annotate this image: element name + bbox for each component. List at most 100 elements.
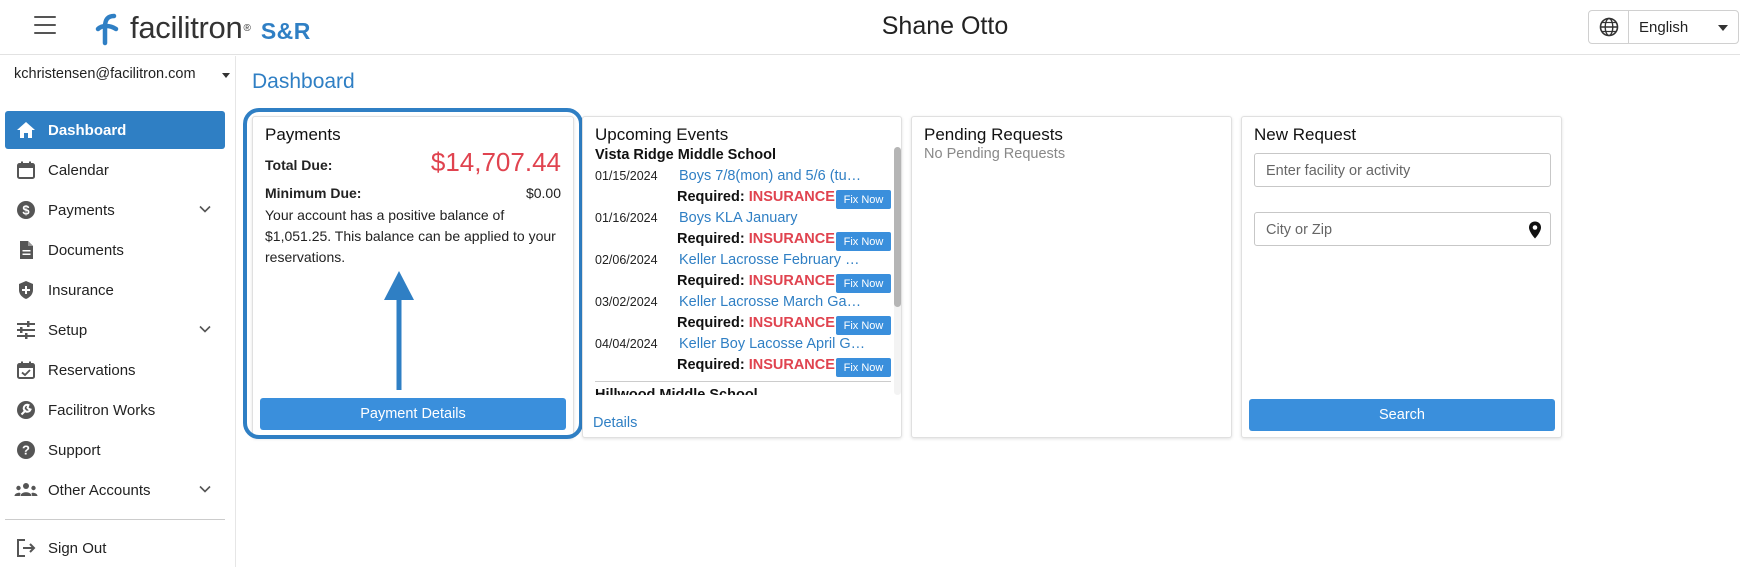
upcoming-events-card: Upcoming Events Vista Ridge Middle Schoo…	[582, 116, 902, 438]
event-date: 04/04/2024	[595, 337, 658, 351]
required-label: Required	[677, 231, 740, 247]
fix-now-button[interactable]: Fix Now	[836, 190, 891, 209]
calendar-check-icon	[14, 358, 38, 382]
event-date: 02/06/2024	[595, 253, 658, 267]
sidebar-item-label: Insurance	[48, 281, 114, 299]
document-icon	[14, 238, 38, 262]
sidebar-item-setup[interactable]: Setup	[5, 311, 225, 349]
required-label: Required	[677, 189, 740, 205]
required-label: Required	[677, 315, 740, 331]
facilitron-logo[interactable]: facilitron ® S&R	[92, 8, 311, 48]
new-request-card: New Request Enter facility or activity C…	[1241, 116, 1562, 438]
city-zip-input[interactable]: City or Zip	[1254, 212, 1551, 246]
facilitron-logo-mark	[95, 13, 119, 46]
shield-icon	[14, 278, 38, 302]
event-requirement: Required: INSURANCE	[677, 273, 835, 289]
balance-note: Your account has a positive balance of $…	[265, 207, 556, 265]
payments-card-title: Payments	[265, 125, 341, 144]
insurance-required: INSURANCE	[748, 315, 835, 331]
pending-requests-card: Pending Requests No Pending Requests	[911, 116, 1232, 438]
map-pin-icon[interactable]	[1528, 221, 1542, 239]
event-requirement: Required: INSURANCE	[677, 189, 835, 205]
sidebar-item-calendar[interactable]: Calendar	[5, 151, 225, 189]
new-request-title: New Request	[1254, 125, 1357, 144]
language-label: English	[1639, 19, 1689, 36]
sidebar-item-sign-out[interactable]: Sign Out	[5, 529, 225, 567]
insurance-required: INSURANCE	[748, 231, 835, 247]
dollar-icon: $	[14, 198, 38, 222]
insurance-required: INSURANCE	[748, 357, 835, 373]
chevron-down-icon[interactable]	[199, 323, 211, 335]
sign-out-icon	[14, 536, 38, 560]
required-label: Required	[677, 357, 740, 373]
total-due-label: Total Due:	[265, 157, 333, 173]
insurance-required: INSURANCE	[748, 273, 835, 289]
event-date: 01/16/2024	[595, 211, 658, 225]
chevron-down-icon[interactable]	[199, 483, 211, 495]
sidebar-item-payments[interactable]: $ Payments	[5, 191, 225, 229]
fix-now-button[interactable]: Fix Now	[836, 232, 891, 251]
event-link[interactable]: Keller Boy Lacosse April G…	[679, 336, 869, 352]
sidebar-item-label: Facilitron Works	[48, 401, 156, 419]
school-divider	[595, 381, 891, 382]
help-icon: ?	[14, 438, 38, 462]
globe-icon[interactable]	[1589, 11, 1629, 43]
sidebar-item-insurance[interactable]: Insurance	[5, 271, 225, 309]
sidebar-item-support[interactable]: ? Support	[5, 431, 225, 469]
events-list[interactable]: Vista Ridge Middle School 01/15/2024 Boy…	[583, 147, 903, 395]
facility-search-input[interactable]: Enter facility or activity	[1254, 153, 1551, 187]
event-date: 03/02/2024	[595, 295, 658, 309]
account-switcher[interactable]: kchristensen@facilitron.com	[14, 66, 196, 82]
search-button[interactable]: Search	[1249, 399, 1555, 431]
sidebar-item-label: Other Accounts	[48, 481, 151, 499]
svg-text:?: ?	[22, 443, 30, 458]
payment-details-button[interactable]: Payment Details	[260, 398, 566, 430]
total-due-amount: $14,707.44	[430, 147, 561, 177]
event-link[interactable]: Boys 7/8(mon) and 5/6 (tu…	[679, 168, 869, 184]
required-label: Required	[677, 273, 740, 289]
fix-now-button[interactable]: Fix Now	[836, 358, 891, 377]
chevron-down-icon[interactable]	[199, 203, 211, 215]
event-requirement: Required: INSURANCE	[677, 357, 835, 373]
sidebar: kchristensen@facilitron.com Dashboard Ca…	[0, 56, 236, 567]
event-date: 01/15/2024	[595, 169, 658, 183]
sidebar-item-dashboard[interactable]: Dashboard	[5, 111, 225, 149]
caret-down-icon[interactable]	[222, 73, 230, 78]
language-selector[interactable]: English	[1588, 10, 1739, 44]
sidebar-item-reservations[interactable]: Reservations	[5, 351, 225, 389]
payments-card: Payments Total Due: $14,707.44 Minimum D…	[252, 116, 574, 438]
sidebar-item-label: Sign Out	[48, 539, 107, 557]
wrench-icon	[14, 398, 38, 422]
event-link[interactable]: Boys KLA January	[679, 210, 869, 226]
sidebar-item-label: Support	[48, 441, 101, 459]
event-link[interactable]: Keller Lacrosse February …	[679, 252, 869, 268]
fix-now-button[interactable]: Fix Now	[836, 316, 891, 335]
city-zip-placeholder: City or Zip	[1266, 222, 1333, 238]
calendar-icon	[14, 158, 38, 182]
svg-text:$: $	[22, 203, 30, 218]
sliders-icon	[14, 318, 38, 342]
product-name: S&R	[260, 17, 311, 44]
sidebar-divider	[5, 519, 225, 520]
sidebar-item-documents[interactable]: Documents	[5, 231, 225, 269]
people-icon	[14, 478, 38, 502]
event-link[interactable]: Keller Lacrosse March Ga…	[679, 294, 869, 310]
school-name: Vista Ridge Middle School	[595, 147, 777, 163]
sidebar-item-label: Dashboard	[48, 121, 127, 139]
event-requirement: Required: INSURANCE	[677, 315, 835, 331]
minimum-due-label: Minimum Due:	[265, 185, 362, 201]
sidebar-item-other-accounts[interactable]: Other Accounts	[5, 471, 225, 509]
events-details-link[interactable]: Details	[593, 415, 637, 431]
annotation-arrow-icon	[384, 271, 414, 390]
top-bar: facilitron ® S&R Shane Otto English	[0, 0, 1740, 55]
sidebar-item-facilitron-works[interactable]: Facilitron Works	[5, 391, 225, 429]
home-icon	[14, 118, 38, 142]
hamburger-icon[interactable]	[34, 16, 56, 34]
insurance-required: INSURANCE	[748, 189, 835, 205]
no-pending-requests-text: No Pending Requests	[924, 146, 1066, 162]
events-scrollbar-thumb[interactable]	[894, 147, 901, 307]
page-title: Dashboard	[252, 70, 355, 93]
fix-now-button[interactable]: Fix Now	[836, 274, 891, 293]
chevron-down-icon[interactable]	[1718, 25, 1728, 31]
pending-requests-title: Pending Requests	[924, 125, 1063, 144]
